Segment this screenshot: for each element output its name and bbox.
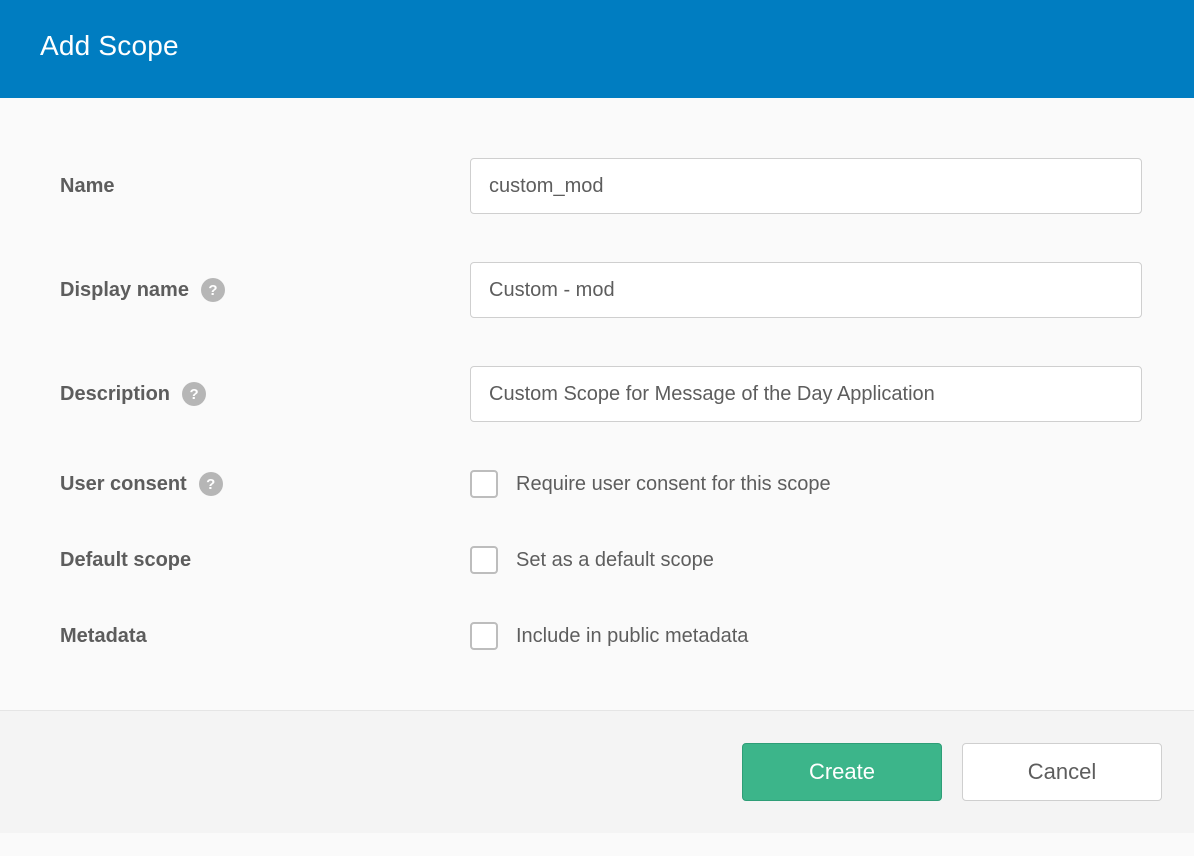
- label-col: Default scope: [60, 549, 470, 572]
- metadata-checkbox-label: Include in public metadata: [516, 625, 748, 648]
- label-col: Name: [60, 175, 470, 198]
- input-col: Include in public metadata: [470, 622, 1154, 650]
- row-name: Name: [60, 158, 1154, 214]
- metadata-label: Metadata: [60, 625, 147, 648]
- metadata-checkbox[interactable]: [470, 622, 498, 650]
- description-input[interactable]: [470, 366, 1142, 422]
- create-button[interactable]: Create: [742, 743, 942, 801]
- name-input[interactable]: [470, 158, 1142, 214]
- input-col: [470, 366, 1154, 422]
- row-display-name: Display name ?: [60, 262, 1154, 318]
- form-body: Name Display name ? Description ? User c…: [0, 98, 1194, 710]
- dialog-footer: Create Cancel: [0, 710, 1194, 833]
- display-name-input[interactable]: [470, 262, 1142, 318]
- help-icon[interactable]: ?: [182, 382, 206, 406]
- input-col: Require user consent for this scope: [470, 470, 1154, 498]
- input-col: Set as a default scope: [470, 546, 1154, 574]
- name-label: Name: [60, 175, 114, 198]
- row-description: Description ?: [60, 366, 1154, 422]
- user-consent-label: User consent: [60, 473, 187, 496]
- user-consent-checkbox-label: Require user consent for this scope: [516, 473, 831, 496]
- description-label: Description: [60, 383, 170, 406]
- label-col: User consent ?: [60, 472, 470, 496]
- label-col: Description ?: [60, 382, 470, 406]
- cancel-button[interactable]: Cancel: [962, 743, 1162, 801]
- default-scope-checkbox-label: Set as a default scope: [516, 549, 714, 572]
- default-scope-label: Default scope: [60, 549, 191, 572]
- help-icon[interactable]: ?: [199, 472, 223, 496]
- label-col: Metadata: [60, 625, 470, 648]
- user-consent-checkbox[interactable]: [470, 470, 498, 498]
- help-icon[interactable]: ?: [201, 278, 225, 302]
- row-metadata: Metadata Include in public metadata: [60, 622, 1154, 650]
- input-col: [470, 158, 1154, 214]
- default-scope-checkbox[interactable]: [470, 546, 498, 574]
- label-col: Display name ?: [60, 278, 470, 302]
- row-user-consent: User consent ? Require user consent for …: [60, 470, 1154, 498]
- row-default-scope: Default scope Set as a default scope: [60, 546, 1154, 574]
- display-name-label: Display name: [60, 279, 189, 302]
- input-col: [470, 262, 1154, 318]
- dialog-header: Add Scope: [0, 0, 1194, 98]
- dialog-title: Add Scope: [40, 30, 1154, 62]
